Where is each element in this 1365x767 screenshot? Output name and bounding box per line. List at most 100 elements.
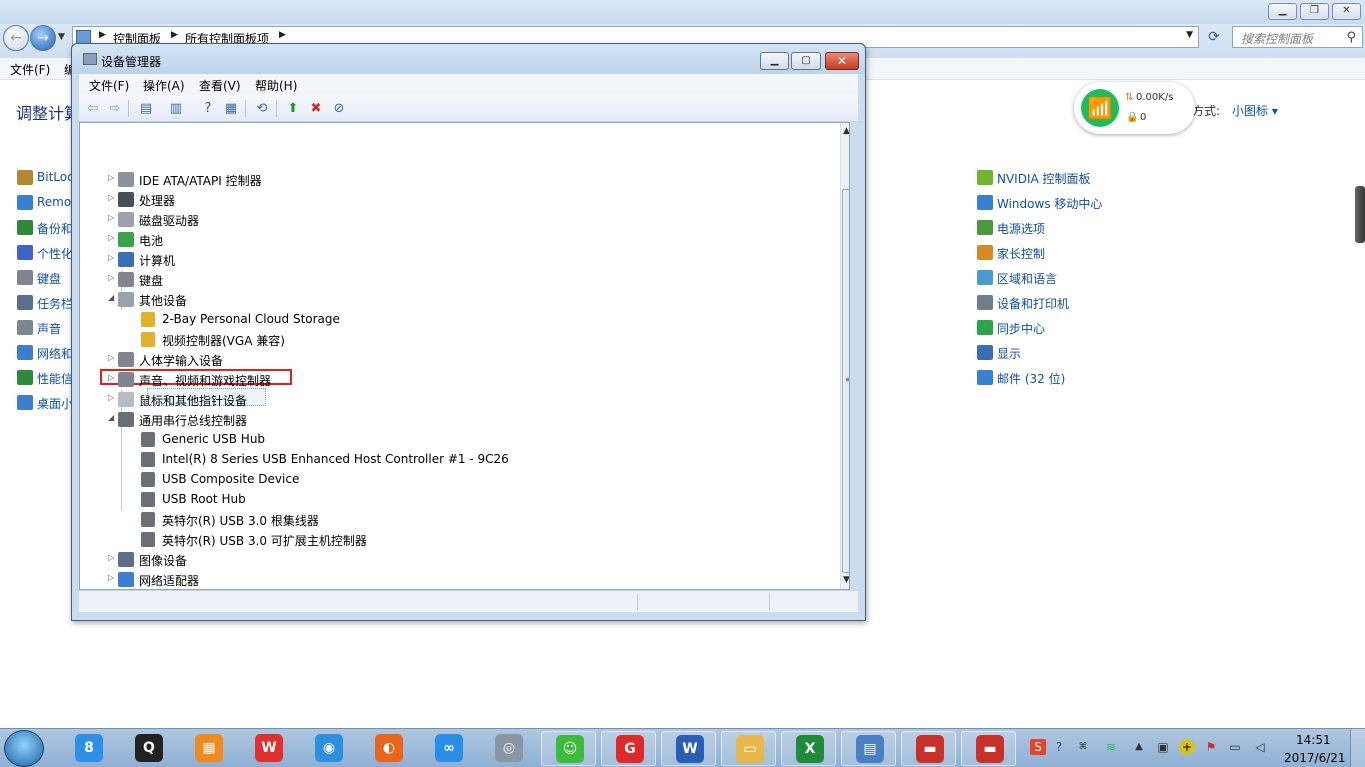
recent-pages-dropdown-icon[interactable]: ▼ [58,32,65,42]
taskbar-app-button[interactable]: 8 [61,731,116,766]
taskbar-app-button[interactable]: ▬ [961,731,1016,766]
taskbar-app-button[interactable]: ▦ [181,731,236,766]
maximize-button[interactable]: ▢ [791,52,821,70]
wifi-tray-icon[interactable]: ≋ [1103,739,1119,755]
control-panel-item[interactable]: 设备和打印机 [977,293,1137,313]
control-panel-item[interactable]: 区域和语言 [977,268,1137,288]
usb-tray-icon[interactable]: ▭ [1227,739,1243,755]
ime-settings-icon[interactable]: ⌘ [1075,739,1091,755]
view-by-dropdown[interactable]: 小图标 ▾ [1232,102,1278,119]
breadcrumb-arrow-icon[interactable]: ▶ [99,30,106,40]
menu-action[interactable]: 操作(A) [143,77,185,94]
sogou-ime-icon[interactable]: S [1030,739,1046,755]
window-scroll-handle[interactable] [1355,186,1365,243]
search-input[interactable]: 搜索控制面板 ⚲ [1232,26,1363,48]
taskbar-app-button[interactable]: X [781,731,836,766]
close-button[interactable]: ✕ [825,52,859,70]
control-panel-item[interactable]: 同步中心 [977,318,1137,338]
taskbar-app-button[interactable]: ☺ [541,731,596,766]
control-panel-item[interactable]: BitLoc [17,168,77,188]
taskbar-app-button[interactable]: ▭ [721,731,776,766]
taskbar-app-button[interactable]: ▤ [841,731,896,766]
network-speed-widget[interactable]: 📶 ⇅ 0.00K/s 🔒 0 [1074,82,1195,134]
forward-button[interactable]: → [30,25,56,51]
breadcrumb-arrow-icon[interactable]: ▶ [279,30,286,40]
control-panel-item[interactable]: 网络和 [17,343,77,363]
control-panel-item[interactable]: Remo [17,193,77,213]
cp-minimize-button[interactable]: ▁ [1268,3,1297,20]
minimize-button[interactable]: ▁ [760,52,789,70]
cp-restore-button[interactable]: ❐ [1300,3,1329,20]
control-panel-item[interactable]: 电源选项 [977,218,1137,238]
start-button[interactable] [4,730,44,767]
forward-arrow-icon[interactable]: ⇨ [106,100,124,117]
menu-help[interactable]: 帮助(H) [255,77,297,94]
control-panel-item[interactable]: 性能信 [17,368,77,388]
expand-arrow-icon[interactable]: ▷ [108,193,114,202]
expand-arrow-icon[interactable]: ▷ [108,573,114,582]
taskbar-app-button[interactable]: ◎ [481,731,536,766]
expand-arrow-icon[interactable]: ▷ [108,553,114,562]
vertical-scrollbar[interactable]: ▲ ≡ ▼ [840,123,849,589]
scroll-down-icon[interactable]: ▼ [843,575,849,585]
show-desktop-button[interactable] [1350,729,1365,767]
control-panel-item[interactable]: 键盘 [17,268,77,288]
collapse-arrow-icon[interactable]: ◢ [108,293,114,302]
expand-arrow-icon[interactable]: ▷ [108,213,114,222]
back-arrow-icon[interactable]: ⇦ [84,100,102,117]
expand-arrow-icon[interactable]: ▷ [108,253,114,262]
uninstall-icon[interactable]: ✖ [307,100,325,117]
control-panel-item[interactable]: 任务栏 [17,293,77,313]
control-panel-item[interactable]: 桌面小 [17,393,77,413]
help-tray-icon[interactable]: ? [1051,739,1067,755]
update-driver-icon[interactable]: ⬆ [284,100,302,117]
control-panel-item[interactable]: NVIDIA 控制面板 [977,168,1137,188]
clock-time[interactable]: 14:51 [1296,733,1331,747]
expand-arrow-icon[interactable]: ▷ [108,393,114,402]
expand-arrow-icon[interactable]: ▷ [108,273,114,282]
scan-hardware-icon[interactable]: ⟲ [253,100,271,117]
volume-icon[interactable]: ◁ [1252,739,1268,755]
address-dropdown-icon[interactable]: ▼ [1186,30,1193,40]
collapse-arrow-icon[interactable]: ◢ [108,413,114,422]
taskbar-app-button[interactable]: ∞ [421,731,476,766]
disable-device-icon[interactable]: ⊘ [330,100,348,117]
expand-arrow-icon[interactable]: ▷ [108,173,114,182]
refresh-icon[interactable]: ⟳ [1203,27,1225,47]
clock-date[interactable]: 2017/6/21 [1284,751,1346,765]
menu-file[interactable]: 文件(F) [89,77,129,94]
taskbar-app-button[interactable]: ◐ [361,731,416,766]
properties-icon[interactable]: ▥ [167,100,185,117]
control-panel-item[interactable]: Windows 移动中心 [977,193,1137,213]
show-hidden-icons[interactable]: ▲ [1131,739,1147,755]
control-panel-item[interactable]: 个性化 [17,243,77,263]
cp-close-button[interactable]: ✕ [1332,3,1361,20]
taskbar-app-button[interactable]: W [661,731,716,766]
taskbar-app-button[interactable]: W [241,731,296,766]
taskbar-app-button[interactable]: ▬ [901,731,956,766]
control-panel-item[interactable]: 显示 [977,343,1137,363]
control-panel-item[interactable]: 邮件 (32 位) [977,368,1137,388]
taskbar-app-button[interactable]: ◉ [301,731,356,766]
control-panel-item[interactable]: 备份和 [17,218,77,238]
back-button[interactable]: ← [3,25,29,51]
search-icon[interactable]: ⚲ [1346,30,1356,45]
expand-arrow-icon[interactable]: ▷ [108,233,114,242]
help-icon[interactable]: ? [199,100,217,117]
scrollbar-thumb[interactable]: ≡ [842,189,849,573]
taskbar-app-button[interactable]: Q [121,731,176,766]
control-panel-item[interactable]: 声音 [17,318,77,338]
device-manager-titlebar[interactable]: 设备管理器 ▁ ▢ ✕ [72,44,865,74]
menu-view[interactable]: 查看(V) [199,77,241,94]
expand-arrow-icon[interactable]: ▷ [108,353,114,362]
scroll-up-icon[interactable]: ▲ [843,126,849,136]
action-pane-icon[interactable]: ▦ [222,100,240,117]
taskbar-app-button[interactable]: G [601,731,656,766]
security-tray-icon[interactable]: + [1179,739,1195,755]
network-tray-icon[interactable]: ▣ [1155,739,1171,755]
action-center-icon[interactable]: ⚑ [1203,739,1219,755]
expand-arrow-icon[interactable]: ▷ [108,373,114,382]
breadcrumb-arrow-icon[interactable]: ▶ [171,30,178,40]
control-panel-item[interactable]: 家长控制 [977,243,1137,263]
menu-file[interactable]: 文件(F) [10,61,50,78]
